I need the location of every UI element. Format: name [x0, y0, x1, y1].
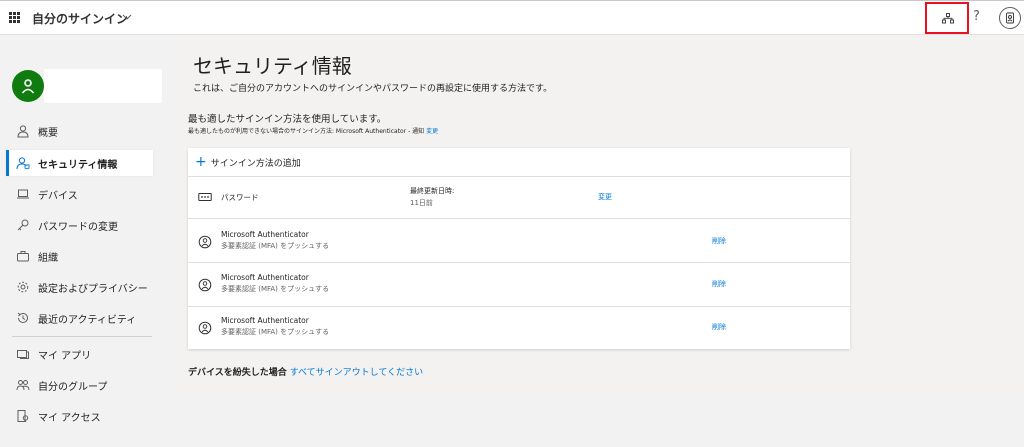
method-row-password: パスワード 最終更新日時: 11日前 変更 [188, 176, 850, 218]
sidebar-item-my-groups[interactable]: 自分のグループ [6, 372, 153, 398]
organization-icon [942, 13, 954, 24]
access-icon [17, 410, 29, 422]
method-row-authenticator: Microsoft Authenticator 多要素認証 (MFA) をプッシ… [188, 218, 850, 262]
laptop-icon [17, 189, 29, 199]
method-subtitle: 多要素認証 (MFA) をプッシュする [221, 328, 330, 336]
method-row-authenticator: Microsoft Authenticator 多要素認証 (MFA) をプッシ… [188, 262, 850, 306]
delete-method-link[interactable]: 削除 [712, 279, 726, 289]
plus-icon: + [195, 154, 207, 170]
last-updated-label: 最終更新日時: [410, 187, 455, 195]
briefcase-icon [17, 251, 29, 262]
page-description: これは、ご自分のアカウントへのサインインやパスワードの再設定に使用する方法です。 [193, 84, 553, 94]
account-avatar-button[interactable] [999, 7, 1021, 29]
authenticator-icon [198, 321, 212, 335]
sidebar-item-label: パスワードの変更 [38, 222, 118, 233]
security-methods-card: + サインイン方法の追加 パスワード 最終更新日時: 11日前 変更 Micro… [188, 148, 850, 349]
lost-device-section: デバイスを紛失した場合 すべてサインアウトしてください [188, 365, 423, 378]
default-method-subtext: 最も適したものが利用できない場合のサインイン方法: Microsoft Auth… [188, 126, 438, 135]
person-icon [21, 79, 35, 94]
sidebar-item-devices[interactable]: デバイス [6, 181, 153, 207]
authenticator-icon [198, 235, 212, 249]
add-sign-in-method-button[interactable]: + サインイン方法の追加 [195, 154, 301, 170]
profile-avatar [12, 70, 44, 102]
method-name: Microsoft Authenticator [221, 273, 309, 282]
organization-button[interactable] [925, 2, 969, 34]
help-icon[interactable]: ? [973, 9, 980, 24]
delete-method-link[interactable]: 削除 [712, 322, 726, 332]
sidebar-item-recent-activity[interactable]: 最近のアクティビティ [6, 305, 153, 331]
sidebar-item-label: マイ アプリ [38, 351, 92, 362]
method-subtitle: 多要素認証 (MFA) をプッシュする [221, 285, 330, 293]
sidebar-item-my-apps[interactable]: マイ アプリ [6, 341, 153, 367]
person-icon [17, 125, 29, 138]
change-password-link[interactable]: 変更 [598, 192, 612, 202]
account-icon [1006, 12, 1014, 24]
authenticator-icon [198, 278, 212, 292]
method-row-authenticator: Microsoft Authenticator 多要素認証 (MFA) をプッシ… [188, 306, 850, 349]
sidebar-item-label: 最近のアクティビティ [38, 315, 137, 326]
sidebar-item-label: 設定およびプライバシー [38, 284, 148, 295]
apps-icon [17, 350, 29, 359]
last-updated-value: 11日前 [410, 199, 433, 207]
sidebar-item-change-password[interactable]: パスワードの変更 [6, 212, 153, 238]
sidebar-item-label: 自分のグループ [38, 382, 108, 393]
sidebar-divider [12, 336, 152, 337]
history-icon [17, 312, 28, 323]
waffle-icon[interactable] [9, 12, 20, 23]
sidebar-item-label: デバイス [38, 191, 78, 202]
sidebar-item-label: 概要 [38, 128, 58, 139]
default-method-heading: 最も適したサインイン方法を使用しています。 [188, 114, 387, 125]
sidebar-item-label: セキュリティ情報 [38, 160, 118, 171]
page-title: セキュリティ情報 [193, 54, 352, 78]
gear-icon [17, 281, 29, 293]
sidebar-item-organizations[interactable]: 組織 [6, 243, 153, 269]
chevron-down-icon[interactable] [121, 12, 133, 22]
delete-method-link[interactable]: 削除 [712, 236, 726, 246]
security-person-icon [16, 157, 30, 170]
method-name: Microsoft Authenticator [221, 230, 309, 239]
top-header: 自分のサインイン ? [0, 0, 1024, 35]
change-default-method-link[interactable]: 変更 [426, 128, 438, 135]
method-name: パスワード [221, 193, 259, 202]
sidebar-item-security-info[interactable]: セキュリティ情報 [6, 150, 153, 176]
sidebar-item-label: 組織 [38, 253, 58, 264]
add-sign-in-method-label: サインイン方法の追加 [210, 158, 301, 169]
method-name: Microsoft Authenticator [221, 316, 309, 325]
default-method-subtext-label: 最も適したものが利用できない場合のサインイン方法: Microsoft Auth… [188, 128, 425, 135]
sidebar-item-overview[interactable]: 概要 [6, 118, 153, 144]
profile-name-box [44, 69, 162, 103]
lost-device-label: デバイスを紛失した場合 [188, 368, 287, 378]
sidebar-item-settings-privacy[interactable]: 設定およびプライバシー [6, 274, 153, 300]
group-icon [16, 380, 30, 391]
sidebar-item-label: マイ アクセス [38, 413, 101, 424]
sign-out-everywhere-link[interactable]: すべてサインアウトしてください [290, 368, 423, 378]
key-icon [17, 219, 29, 231]
app-title[interactable]: 自分のサインイン [32, 10, 128, 27]
method-subtitle: 多要素認証 (MFA) をプッシュする [221, 242, 330, 250]
password-icon [198, 193, 212, 201]
sidebar-item-my-access[interactable]: マイ アクセス [6, 403, 153, 429]
